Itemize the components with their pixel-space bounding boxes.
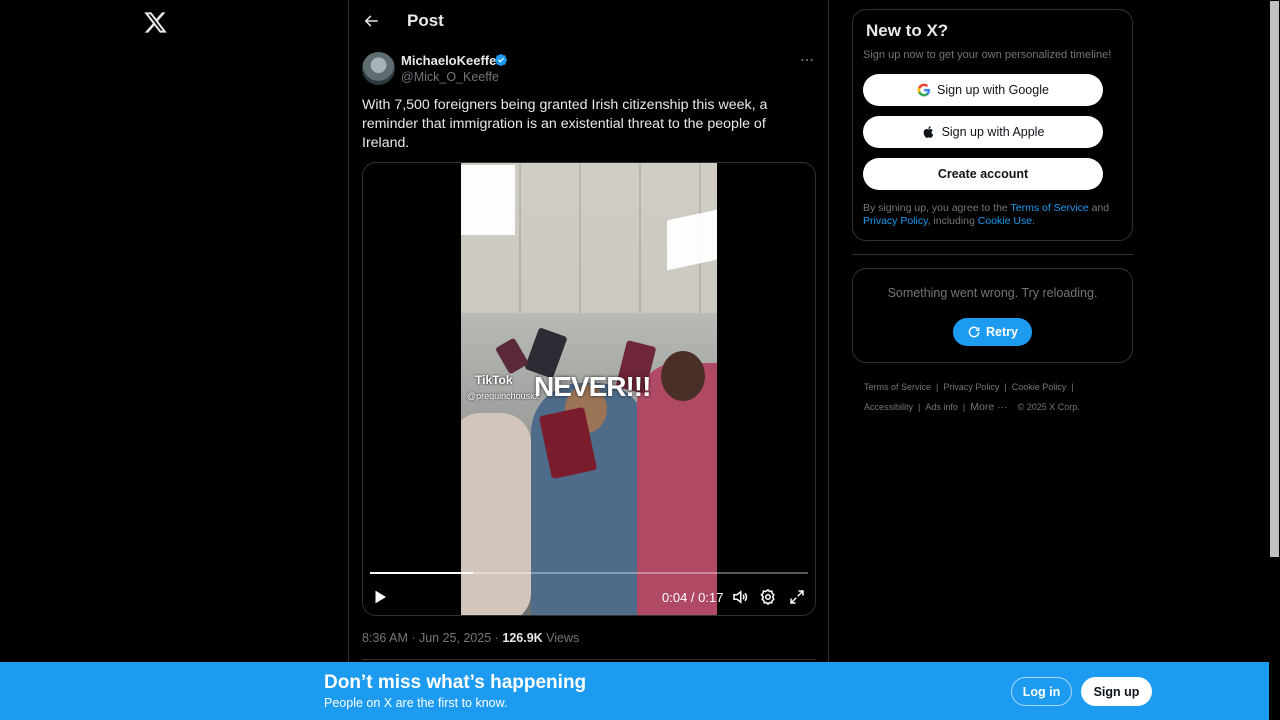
tiktok-watermark: TikTok [475, 373, 513, 387]
apple-icon [923, 126, 933, 138]
footer-row: Accessibility | Ads info | More ··· © 2025 X … [864, 398, 1134, 418]
views-count: 126.9K [502, 631, 543, 645]
footer-separator: | [936, 382, 939, 392]
page-title: Post [407, 11, 444, 30]
footer-more-link[interactable]: More ··· [970, 401, 1007, 413]
video-time: 0:04 / 0:17 [662, 590, 724, 605]
refresh-icon [968, 326, 980, 338]
fullscreen-icon[interactable] [788, 588, 806, 606]
signup-title: New to X? [866, 21, 949, 40]
footer-privacy-link[interactable]: Privacy Policy [943, 382, 999, 392]
banner-title: Don’t miss what’s happening [324, 672, 587, 693]
footer-separator: | [1004, 382, 1007, 392]
terms-text: By signing up, you agree to the [863, 202, 1011, 214]
signup-google-button[interactable]: Sign up with Google [863, 74, 1103, 106]
footer-copyright: © 2025 X Corp. [1017, 401, 1080, 412]
post-header: Post [349, 0, 828, 42]
tweet-text: With 7,500 foreigners being granted Iris… [362, 97, 768, 152]
privacy-policy-link[interactable]: Privacy Policy [863, 215, 928, 227]
error-message: Something went wrong. Try reloading. [887, 286, 1098, 300]
footer-cookie-link[interactable]: Cookie Policy [1012, 382, 1067, 392]
divider [362, 659, 816, 660]
video-scene-light [461, 165, 515, 235]
cookie-use-link[interactable]: Cookie Use [978, 215, 1032, 227]
play-icon[interactable] [371, 588, 389, 606]
gear-icon[interactable] [759, 588, 777, 606]
signup-subtitle: Sign up now to get your own personalized… [863, 49, 1112, 61]
signup-card: New to X? Sign up now to get your own pe… [852, 9, 1133, 241]
footer-ads-link[interactable]: Ads info [925, 402, 958, 412]
google-icon [917, 83, 931, 97]
video-player[interactable]: TikTok @prequinchousxx NEVER!!! 0:04 / 0… [362, 162, 816, 616]
footer-terms-link[interactable]: Terms of Service [864, 382, 931, 392]
footer-links: Terms of Service | Privacy Policy | Cookie P… [864, 378, 1134, 417]
signup-terms: By signing up, you agree to the Terms of… [863, 202, 1125, 228]
footer-separator: | [962, 401, 966, 412]
video-overlay-text: NEVER!!! [534, 371, 651, 402]
bottom-signup-banner: Don’t miss what’s happening People on X … [0, 662, 1269, 720]
tiktok-handle: @prequinchousxx [467, 391, 540, 401]
verified-badge-icon [495, 54, 507, 66]
tweet-meta: 8:36 AM · Jun 25, 2025 · 126.9K Views [362, 631, 579, 645]
footer-separator: | [918, 401, 921, 412]
main-column: Post MichaeloKeeffe @Mick_O_Keeffe With … [348, 0, 829, 720]
banner-subtitle: People on X are the first to know. [324, 696, 508, 710]
divider [852, 254, 1133, 255]
terms-text: and [1088, 202, 1110, 214]
video-scene-light [667, 209, 717, 271]
terms-of-service-link[interactable]: Terms of Service [1011, 202, 1089, 214]
error-card: Something went wrong. Try reloading. Ret… [852, 268, 1133, 363]
video-progress-fill [370, 572, 473, 574]
video-scene-person [461, 413, 531, 615]
retry-label: Retry [986, 325, 1018, 339]
create-account-label: Create account [937, 167, 1029, 181]
avatar[interactable] [362, 52, 395, 85]
signup-apple-label: Sign up with Apple [941, 125, 1045, 139]
retry-button[interactable]: Retry [953, 318, 1032, 346]
volume-icon[interactable] [731, 588, 749, 606]
signup-apple-button[interactable]: Sign up with Apple [863, 116, 1103, 148]
signup-google-label: Sign up with Google [937, 83, 1049, 97]
terms-text: . [1032, 215, 1035, 227]
author-handle[interactable]: @Mick_O_Keeffe [401, 70, 499, 84]
create-account-button[interactable]: Create account [863, 158, 1103, 190]
login-button[interactable]: Log in [1011, 677, 1072, 706]
footer-accessibility-link[interactable]: Accessibility [864, 402, 913, 412]
video-frame[interactable]: TikTok @prequinchousxx NEVER!!! [461, 163, 717, 615]
author-name[interactable]: MichaeloKeeffe [401, 53, 496, 68]
video-progress-bar[interactable] [370, 572, 808, 574]
signup-button[interactable]: Sign up [1081, 677, 1152, 706]
x-logo-icon[interactable] [143, 10, 168, 35]
views-label: Views [542, 631, 580, 645]
terms-text: , including [927, 215, 978, 227]
back-arrow-icon[interactable] [362, 12, 380, 30]
video-scene-person [661, 351, 705, 401]
footer-row: Terms of Service | Privacy Policy | Cookie P… [864, 378, 1134, 398]
scrollbar-thumb[interactable] [1270, 1, 1279, 557]
more-dots-icon[interactable] [799, 52, 815, 68]
tweet-timestamp[interactable]: 8:36 AM · Jun 25, 2025 · [362, 631, 502, 645]
footer-separator: | [1071, 382, 1074, 392]
